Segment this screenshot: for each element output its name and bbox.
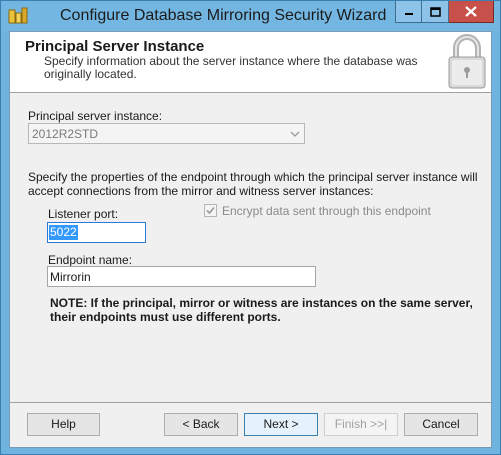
listener-port-label: Listener port: — [48, 207, 119, 221]
finish-button: Finish >>| — [324, 413, 398, 436]
help-button[interactable]: Help — [27, 413, 100, 436]
minimize-button[interactable] — [395, 1, 422, 23]
title-bar[interactable]: Configure Database Mirroring Security Wi… — [1, 1, 500, 31]
encrypt-label: Encrypt data sent through this endpoint — [222, 204, 431, 218]
endpoint-name-label: Endpoint name: — [48, 253, 133, 267]
wizard-body: Principal Server Instance Specify inform… — [9, 31, 492, 448]
page-description: Specify information about the server ins… — [44, 54, 418, 81]
chevron-down-icon — [290, 131, 300, 137]
maximize-button[interactable] — [422, 1, 449, 23]
maximize-icon — [429, 6, 441, 17]
close-button[interactable] — [449, 1, 494, 23]
close-icon — [465, 6, 477, 17]
window-title: Configure Database Mirroring Security Wi… — [60, 7, 387, 24]
principal-server-select: 2012R2STD — [28, 123, 305, 144]
principal-server-label: Principal server instance: — [28, 109, 163, 123]
endpoint-name-input[interactable]: Mirrorin — [47, 266, 316, 287]
listener-port-input[interactable]: 5022 — [47, 222, 146, 243]
note-text: NOTE: If the principal, mirror or witnes… — [50, 296, 473, 324]
checkmark-icon — [206, 206, 215, 215]
endpoint-name-value: Mirrorin — [50, 270, 91, 284]
minimize-icon — [404, 12, 413, 15]
page-title: Principal Server Instance — [25, 38, 205, 55]
wizard-window: Configure Database Mirroring Security Wi… — [0, 0, 501, 455]
wizard-header: Principal Server Instance Specify inform… — [10, 32, 491, 93]
next-button[interactable]: Next > — [244, 413, 318, 436]
listener-port-value: 5022 — [49, 225, 78, 240]
footer-divider — [10, 402, 491, 403]
endpoint-description: Specify the properties of the endpoint t… — [28, 170, 478, 198]
sql-server-icon — [8, 7, 28, 24]
principal-server-value: 2012R2STD — [32, 127, 99, 141]
back-button[interactable]: < Back — [164, 413, 238, 436]
encrypt-checkbox — [204, 204, 217, 217]
lock-icon — [448, 34, 486, 89]
cancel-button[interactable]: Cancel — [404, 413, 478, 436]
